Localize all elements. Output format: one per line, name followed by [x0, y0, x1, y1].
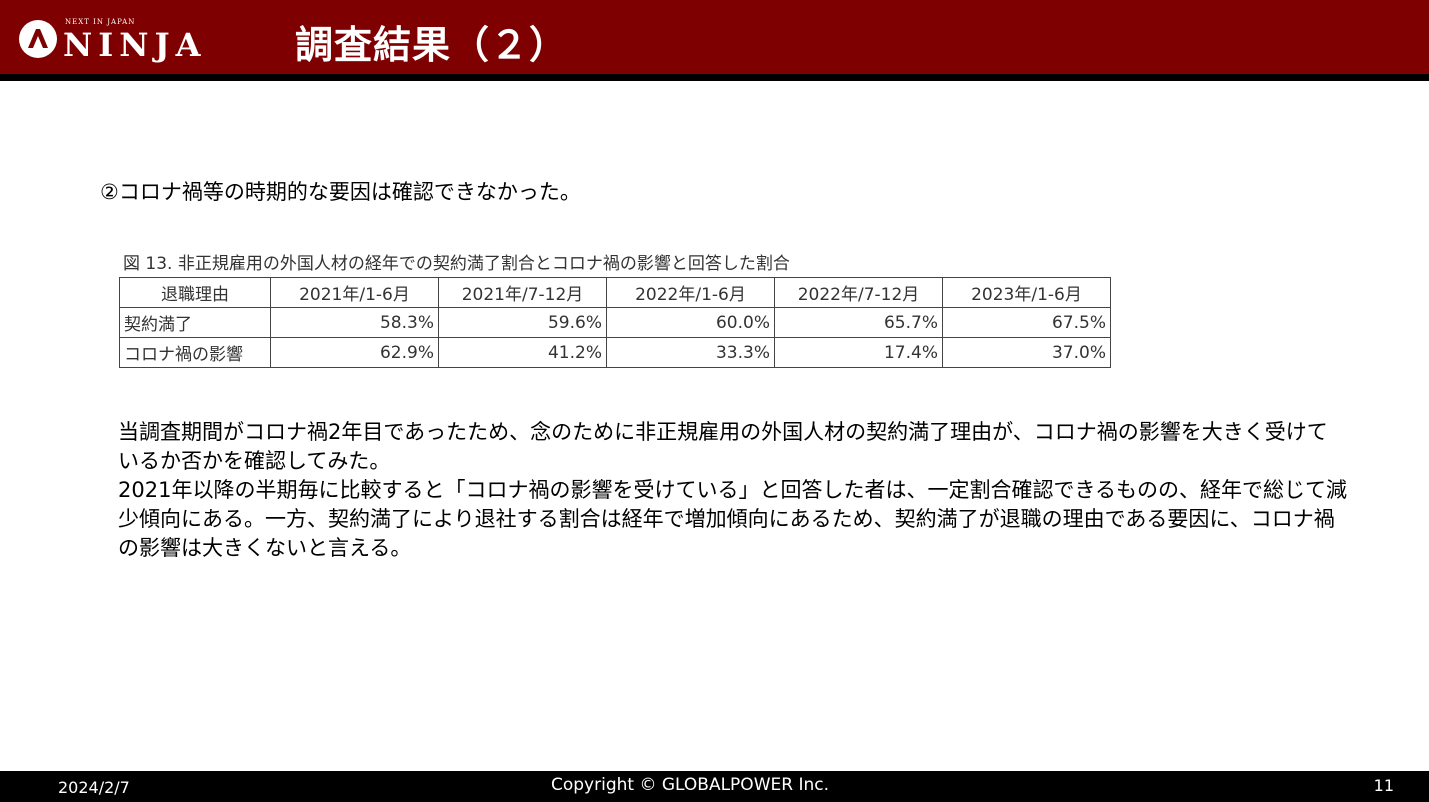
- table-cell: 17.4%: [774, 337, 943, 368]
- header-bar: NEXT IN JAPAN NINJA 調査結果（２）: [0, 0, 1429, 74]
- table-cell: 33.3%: [606, 337, 775, 368]
- figure-caption: 図 13. 非正規雇用の外国人材の経年での契約満了割合とコロナ禍の影響と回答した…: [123, 254, 790, 274]
- footer-bar: 2024/2/7 Copyright © GLOBALPOWER Inc. 11: [0, 771, 1429, 802]
- page-title: 調査結果（２）: [295, 23, 569, 67]
- logo-wordmark: NINJA: [63, 26, 207, 64]
- body-text: 当調査期間がコロナ禍2年目であったため、念のために非正規雇用の外国人材の契約満了…: [118, 418, 1348, 563]
- column-header: 2022年/1-6月: [606, 277, 775, 308]
- column-header: 退職理由: [119, 277, 271, 308]
- table-cell: 60.0%: [606, 307, 775, 338]
- body-paragraph: 2021年以降の半期毎に比較すると「コロナ禍の影響を受けている」と回答した者は、…: [118, 478, 1348, 560]
- table-cell: 59.6%: [438, 307, 607, 338]
- row-label: 契約満了: [119, 307, 271, 338]
- table-row: コロナ禍の影響 62.9% 41.2% 33.3% 17.4% 37.0%: [119, 337, 1111, 368]
- logo-tagline: NEXT IN JAPAN: [65, 18, 136, 26]
- column-header: 2021年/7-12月: [438, 277, 607, 308]
- table-header-row: 退職理由 2021年/1-6月 2021年/7-12月 2022年/1-6月 2…: [119, 277, 1111, 308]
- column-header: 2021年/1-6月: [270, 277, 439, 308]
- row-label: コロナ禍の影響: [119, 337, 271, 368]
- table-cell: 62.9%: [270, 337, 439, 368]
- table-cell: 65.7%: [774, 307, 943, 338]
- table-row: 契約満了 58.3% 59.6% 60.0% 65.7% 67.5%: [119, 307, 1111, 338]
- table-cell: 67.5%: [942, 307, 1111, 338]
- table-cell: 58.3%: [270, 307, 439, 338]
- table-cell: 41.2%: [438, 337, 607, 368]
- body-paragraph: 当調査期間がコロナ禍2年目であったため、念のために非正規雇用の外国人材の契約満了…: [118, 420, 1328, 473]
- table-cell: 37.0%: [942, 337, 1111, 368]
- column-header: 2022年/7-12月: [774, 277, 943, 308]
- header-divider: [0, 74, 1429, 81]
- footer-copyright: Copyright © GLOBALPOWER Inc.: [551, 775, 829, 795]
- ninja-logo-icon: [19, 20, 57, 58]
- section-subtitle: ②コロナ禍等の時期的な要因は確認できなかった。: [100, 180, 581, 204]
- data-table: 退職理由 2021年/1-6月 2021年/7-12月 2022年/1-6月 2…: [119, 277, 1111, 368]
- column-header: 2023年/1-6月: [942, 277, 1111, 308]
- ninja-logo: NEXT IN JAPAN NINJA: [19, 18, 200, 64]
- page-number: 11: [1373, 776, 1394, 795]
